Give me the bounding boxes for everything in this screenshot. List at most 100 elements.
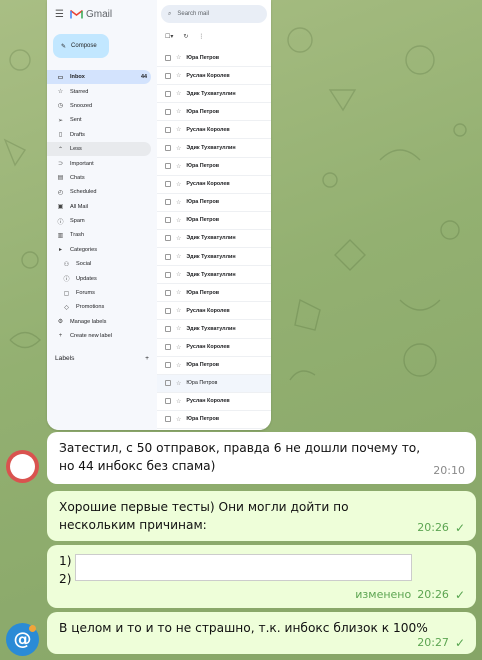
refresh-icon[interactable]: ↻ [183,33,188,40]
table-row[interactable]: ☆ Юра Петров [157,158,271,176]
table-row[interactable]: ☆ Юра Петров [157,212,271,230]
add-label-icon[interactable]: + [145,355,149,362]
sender-name: Юра Петров [186,217,220,224]
row-checkbox[interactable] [165,416,171,423]
table-row[interactable]: ☆ Руслан Королев [157,302,271,321]
account-avatar[interactable]: @ [6,623,39,656]
table-row[interactable]: ☆ Юра Петров [157,411,271,429]
star-icon[interactable]: ☆ [176,90,181,97]
star-icon[interactable]: ☆ [176,72,181,79]
star-icon[interactable]: ☆ [176,416,181,423]
star-icon[interactable]: ☆ [176,126,181,133]
table-row[interactable]: ☆ Юра Петров [157,194,271,212]
star-icon[interactable]: ☆ [176,145,181,152]
nav-categories[interactable]: ▸ Categories [47,243,151,257]
table-row[interactable]: ☆ Юра Петров [157,357,271,375]
row-checkbox[interactable] [165,307,171,314]
table-row[interactable]: ☆ Юра Петров [157,103,271,122]
table-row[interactable]: ☆ Эдик Тухватуллин [157,139,271,158]
message-bubble-incoming[interactable]: Затестил, с 50 отправок, правда 6 не дош… [47,432,476,484]
star-icon[interactable]: ☆ [176,307,181,314]
table-row[interactable]: ☆ Юра Петров [157,49,271,68]
table-row[interactable]: ☆ Юра Петров [157,284,271,303]
nav-label: Social [76,261,92,268]
row-checkbox[interactable] [165,217,171,224]
row-checkbox[interactable] [165,398,171,405]
table-row[interactable]: ☆ Юра Петров [157,374,271,393]
more-vert-icon[interactable]: ⋮ [198,33,204,40]
nav-important[interactable]: ⊃ Important [47,156,151,170]
star-icon[interactable]: ☆ [176,54,181,61]
nav-scheduled[interactable]: ◴ Scheduled [47,185,151,199]
row-checkbox[interactable] [165,344,171,351]
nav-manage-labels[interactable]: ⚙ Manage labels [47,315,151,329]
compose-button[interactable]: ✎ Compose [53,34,109,58]
star-icon[interactable]: ☆ [176,271,181,278]
table-row[interactable]: ☆ Руслан Королев [157,67,271,86]
row-checkbox[interactable] [165,145,171,152]
table-row[interactable]: ☆ Руслан Королев [157,176,271,194]
message-bubble-outgoing[interactable]: Хорошие первые тесты) Они могли дойти по… [47,491,476,541]
nav-forums[interactable]: ▢ Forums [47,286,151,300]
message-bubble-outgoing[interactable]: 1) 2) изменено 20:26 ✓ [47,545,476,608]
star-icon[interactable]: ☆ [176,289,181,296]
table-row[interactable]: ☆ Руслан Королев [157,393,271,411]
row-checkbox[interactable] [165,380,171,387]
row-checkbox[interactable] [165,235,171,242]
nav-drafts[interactable]: ▯ Drafts [47,128,151,142]
star-icon[interactable]: ☆ [176,108,181,115]
table-row[interactable]: ☆ Эдик Тухватуллин [157,230,271,249]
nav-starred[interactable]: ☆ Starred [47,84,151,98]
row-checkbox[interactable] [165,181,171,188]
nav-promotions[interactable]: ◇ Promotions [47,300,151,314]
row-checkbox[interactable] [165,253,171,260]
row-checkbox[interactable] [165,126,171,133]
nav-all-mail[interactable]: ▣ All Mail [47,200,151,214]
nav-social[interactable]: ⚇ Social [47,257,151,271]
row-checkbox[interactable] [165,271,171,278]
star-icon[interactable]: ☆ [176,235,181,242]
row-checkbox[interactable] [165,163,171,170]
nav-trash[interactable]: ▥ Trash [47,228,151,242]
star-icon[interactable]: ☆ [176,380,181,387]
message-bubble-outgoing[interactable]: В целом и то и то не страшно, т.к. инбок… [47,612,476,654]
nav-create-label[interactable]: + Create new label [47,329,151,343]
table-row[interactable]: ☆ Руслан Королев [157,339,271,357]
table-row[interactable]: ☆ Эдик Тухватуллин [157,248,271,267]
row-checkbox[interactable] [165,199,171,206]
table-row[interactable]: ☆ Эдик Тухватуллин [157,85,271,104]
star-icon[interactable]: ☆ [176,344,181,351]
row-checkbox[interactable] [165,289,171,296]
select-all-checkbox[interactable]: ☐▾ [165,33,173,40]
table-row[interactable]: ☆ Эдик Тухватуллин [157,266,271,285]
row-checkbox[interactable] [165,90,171,97]
info-icon: ⓘ [63,277,70,284]
nav-chats[interactable]: ▤ Chats [47,171,151,185]
nav-snoozed[interactable]: ◷ Snoozed [47,99,151,113]
table-row[interactable]: ☆ Эдик Тухватуллин [157,320,271,339]
star-icon[interactable]: ☆ [176,217,181,224]
star-icon[interactable]: ☆ [176,398,181,405]
star-icon[interactable]: ☆ [176,199,181,206]
row-checkbox[interactable] [165,54,171,61]
star-icon[interactable]: ☆ [176,325,181,332]
row-checkbox[interactable] [165,362,171,369]
search-input[interactable]: ⌕ Search mail [161,5,267,23]
nav-spam[interactable]: ⓘ Spam [47,214,151,228]
sender-avatar[interactable] [6,450,39,483]
nav-sent[interactable]: ➢ Sent [47,113,151,127]
star-icon[interactable]: ☆ [176,253,181,260]
trash-icon: ▥ [57,232,64,239]
star-icon[interactable]: ☆ [176,181,181,188]
nav-inbox[interactable]: ▭ Inbox 44 [47,70,151,85]
gmail-screenshot[interactable]: ☰ Gmail ✎ Compose ▭ Inbox 44 ☆ Starred ◷ Sno… [47,0,271,430]
star-icon[interactable]: ☆ [176,362,181,369]
row-checkbox[interactable] [165,108,171,115]
double-check-icon: ✓ [454,636,465,650]
row-checkbox[interactable] [165,72,171,79]
nav-less[interactable]: ⌃ Less [47,141,151,157]
row-checkbox[interactable] [165,325,171,332]
nav-updates[interactable]: ⓘ Updates [47,271,151,285]
table-row[interactable]: ☆ Руслан Королев [157,121,271,140]
star-icon[interactable]: ☆ [176,163,181,170]
